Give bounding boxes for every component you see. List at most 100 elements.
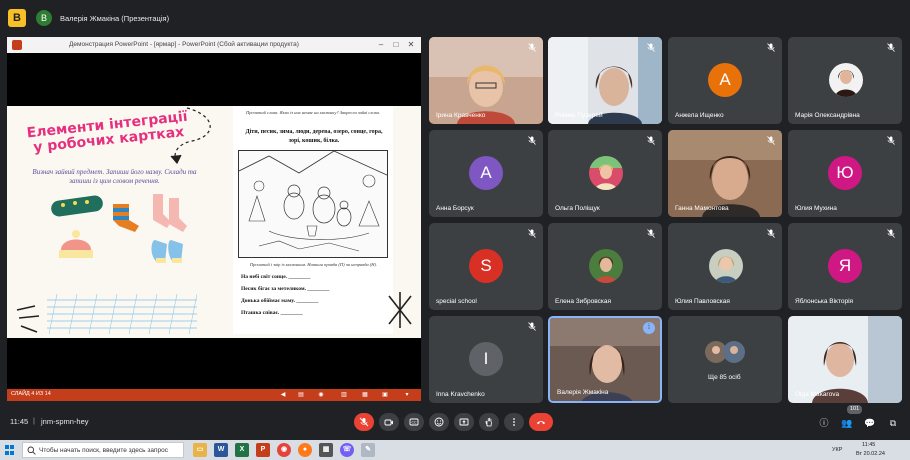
participant-tile[interactable]: Елена Зибровская: [548, 223, 662, 310]
decor-strokes-icon: [16, 305, 40, 333]
minimize-icon[interactable]: –: [375, 39, 387, 51]
participant-video: [548, 37, 662, 124]
chat-icon[interactable]: 💬: [864, 417, 876, 429]
dashed-arrow-icon: [170, 107, 211, 165]
participant-tile[interactable]: S special school: [429, 223, 543, 310]
participant-tile[interactable]: Olga Makarova: [788, 316, 902, 403]
ws-sentence: Донька обіймає маму. ________: [241, 298, 319, 304]
paint-icon[interactable]: ✎: [361, 443, 375, 457]
winter-scene-drawing: [239, 151, 387, 252]
participant-tile[interactable]: I Inna Kravchenko: [429, 316, 543, 403]
participant-tile[interactable]: Марія Олександрівна: [788, 37, 902, 124]
zoom-icon[interactable]: ▣: [381, 391, 389, 399]
info-icon[interactable]: ⓘ: [818, 417, 830, 429]
emoji-icon: [434, 417, 444, 427]
participant-tile[interactable]: A Анжела Ищенко: [668, 37, 782, 124]
participant-name: Валерія Жмакіна: [557, 389, 609, 396]
prev-slide-icon[interactable]: ◀: [279, 391, 287, 399]
clock-date: Вт 20.02.24: [856, 451, 885, 457]
mic-off-icon: [647, 136, 655, 145]
presenter-chip[interactable]: B Валерія Жмакіна (Презентація): [36, 8, 169, 28]
more-options-icon[interactable]: ▾: [403, 391, 411, 399]
leave-call-button[interactable]: [529, 413, 553, 431]
windows-start-icon[interactable]: [5, 445, 15, 455]
notes-icon[interactable]: ▤: [297, 391, 305, 399]
present-screen-icon: [459, 418, 469, 426]
present-button[interactable]: [454, 413, 474, 431]
participant-tile[interactable]: Ірина Кравченко: [429, 37, 543, 124]
end-call-icon: [537, 421, 545, 425]
viber-icon[interactable]: ☏: [340, 443, 354, 457]
ws-sentence: Песик бігає за метеликом. ________: [241, 286, 330, 292]
svg-text:CC: CC: [411, 421, 417, 425]
participant-name: Ірина Кравченко: [436, 112, 486, 119]
participant-name: Яблонська Вікторія: [795, 298, 854, 305]
mic-off-icon: [647, 43, 655, 52]
mic-off-icon: [528, 229, 536, 238]
excel-icon[interactable]: X: [235, 443, 249, 457]
ws-instruction-2: Прочитай і звір із малюнком. Напиши прав…: [249, 262, 378, 267]
ws-instruction-1: Прочитай слова. Яких із них немає на мал…: [246, 110, 380, 115]
participant-avatar: A: [469, 156, 503, 190]
reactions-button[interactable]: [429, 413, 449, 431]
participant-tile[interactable]: Ольга Поліщук: [548, 130, 662, 217]
participant-avatar: S: [469, 249, 503, 283]
maximize-icon[interactable]: □: [390, 39, 402, 51]
hand-icon: [485, 417, 492, 427]
participant-name: Ольга Поліщук: [555, 205, 600, 212]
close-icon[interactable]: ✕: [405, 39, 417, 51]
raise-hand-button[interactable]: [479, 413, 499, 431]
ppt-titlebar: Демонстрация PowerPoint - [ярмар] - Powe…: [7, 37, 421, 53]
people-icon[interactable]: 👥: [841, 417, 853, 429]
coloring-picture: [238, 150, 388, 258]
mic-off-icon: [528, 43, 536, 52]
file-explorer-icon[interactable]: ▭: [193, 443, 207, 457]
slide-view-icon[interactable]: ▥: [340, 391, 348, 399]
mic-off-icon: [647, 229, 655, 238]
ws-sentence: Пташка співає. ________: [241, 310, 303, 316]
camera-toggle-button[interactable]: [379, 413, 399, 431]
participant-stack-avatars: [705, 341, 745, 363]
mic-toggle-button[interactable]: [354, 413, 374, 431]
participant-avatar: A: [708, 63, 742, 97]
calculator-icon[interactable]: ▦: [319, 443, 333, 457]
participant-name: Анжела Ищенко: [675, 112, 724, 119]
presenter-label: Валерія Жмакіна (Презентація): [60, 13, 170, 23]
participant-tile[interactable]: Юлия Павловская: [668, 223, 782, 310]
more-participants-tile[interactable]: Ще 85 осіб: [668, 316, 782, 403]
grid-view-icon[interactable]: ▦: [361, 391, 369, 399]
participant-tile-active-speaker[interactable]: Валерія Жмакіна ⁞: [548, 316, 662, 403]
participant-tile[interactable]: Я Яблонська Вікторія: [788, 223, 902, 310]
participant-tile[interactable]: A Анна Борсук: [429, 130, 543, 217]
participant-name: Анна Борсук: [436, 205, 474, 212]
mic-off-icon: [887, 229, 895, 238]
participant-tile[interactable]: Ю Юлия Мухина: [788, 130, 902, 217]
more-options-button[interactable]: [504, 413, 524, 431]
participant-tile[interactable]: Римма Пузерей: [548, 37, 662, 124]
presentation-window: Демонстрация PowerPoint - [ярмар] - Powe…: [7, 37, 421, 401]
participant-avatar: [589, 156, 623, 190]
app-logo-icon: B: [8, 9, 26, 27]
mic-off-icon: [767, 229, 775, 238]
firefox-icon[interactable]: ●: [298, 443, 312, 457]
chrome-icon[interactable]: ◉: [277, 443, 291, 457]
powerpoint-taskbar-icon[interactable]: P: [256, 443, 270, 457]
participant-tile[interactable]: Ганна Мамонтова: [668, 130, 782, 217]
ppt-status-bar: СЛАЙД 4 ИЗ 14 ◀ ▤ ◉ ▥ ▦ ▣ ▾: [7, 389, 421, 401]
slide-counter: СЛАЙД 4 ИЗ 14: [11, 391, 51, 397]
top-bar: B B Валерія Жмакіна (Презентація): [0, 0, 910, 36]
participant-avatar: Ю: [828, 156, 862, 190]
mic-off-icon: [528, 136, 536, 145]
meeting-control-bar: 11:45 | jnm-spmn-hey CC ⓘ 👥 💬 ⧉: [0, 405, 910, 439]
activities-icon[interactable]: ⧉: [887, 417, 899, 429]
clock-time: 11:45: [862, 442, 876, 448]
search-placeholder: Чтобы начать поиск, введите здесь запрос: [39, 447, 168, 454]
language-indicator[interactable]: УКР: [832, 447, 842, 453]
mic-off-icon: [767, 43, 775, 52]
word-icon[interactable]: W: [214, 443, 228, 457]
participant-name: special school: [436, 298, 477, 305]
pointer-icon[interactable]: ◉: [317, 391, 325, 399]
taskbar-search-input[interactable]: Чтобы начать поиск, введите здесь запрос: [22, 442, 184, 458]
participant-name: Olga Makarova: [795, 391, 840, 398]
captions-button[interactable]: CC: [404, 413, 424, 431]
